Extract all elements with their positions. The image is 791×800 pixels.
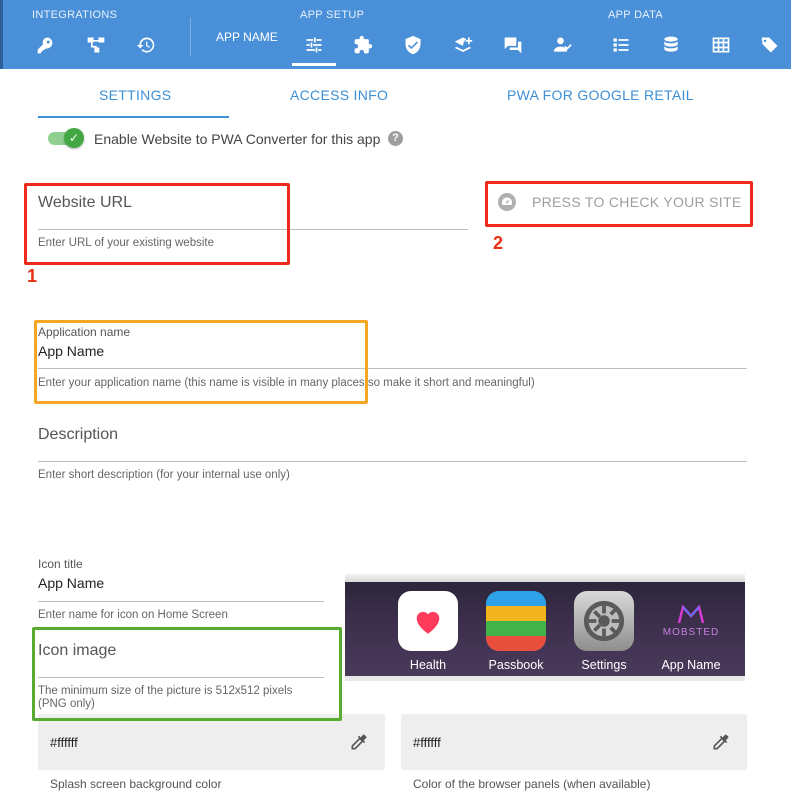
toggle-label: Enable Website to PWA Converter for this…: [94, 131, 381, 147]
splash-color-hint: Splash screen background color: [50, 777, 222, 791]
passbook-icon: [486, 591, 546, 651]
shield-check-icon[interactable]: [401, 33, 425, 57]
eyedropper-icon[interactable]: [349, 732, 369, 752]
browser-color-hint: Color of the browser panels (when availa…: [413, 777, 651, 791]
tab-access-info[interactable]: ACCESS INFO: [290, 87, 388, 103]
group-label-integrations: INTEGRATIONS: [32, 9, 118, 21]
annotation-box-app-name: [34, 320, 368, 404]
annotation-box-website-url: [24, 183, 290, 265]
history-icon[interactable]: [134, 33, 158, 57]
network-icon[interactable]: [84, 33, 108, 57]
tab-pwa-for-google-retail[interactable]: PWA FOR GOOGLE RETAIL: [507, 87, 694, 103]
preview-app-label: Health: [409, 658, 447, 672]
description-input[interactable]: [38, 461, 747, 462]
icon-title-input[interactable]: App Name: [38, 575, 104, 591]
settings-gear-icon: [574, 591, 634, 651]
eyedropper-icon[interactable]: [711, 732, 731, 752]
annotation-box-check-site: [485, 181, 753, 227]
splash-color-value: #ffffff: [50, 735, 78, 750]
tags-icon[interactable]: [758, 33, 782, 57]
preview-app-label: Settings: [581, 658, 627, 672]
group-label-app-setup: APP SETUP: [300, 9, 365, 21]
annotation-box-icon-image: [32, 627, 342, 721]
description-label: Description: [38, 426, 119, 443]
sliders-icon[interactable]: [302, 33, 326, 57]
preview-bottom-edge: [345, 676, 745, 681]
help-icon[interactable]: ?: [388, 131, 403, 146]
annotation-number-1: 1: [27, 266, 38, 286]
group-divider: [190, 18, 191, 56]
sidebar-edge: [0, 0, 3, 69]
database-icon[interactable]: [659, 33, 683, 57]
home-screen-preview: Health Passbook Settings MOBSTED App Nam…: [345, 574, 745, 681]
key-icon[interactable]: [34, 33, 58, 57]
description-hint: Enter short description (for your intern…: [38, 469, 290, 481]
user-check-icon[interactable]: [551, 33, 575, 57]
active-nav-indicator: [292, 63, 336, 66]
check-icon: ✓: [64, 128, 84, 148]
list-icon[interactable]: [609, 33, 633, 57]
preview-app-passbook: Passbook: [486, 591, 546, 672]
active-tab-indicator: [38, 116, 229, 118]
top-navigation-bar: INTEGRATIONS APP SETUP APP DATA APP NAME: [0, 0, 791, 69]
chat-bubbles-icon[interactable]: [501, 33, 525, 57]
layers-add-icon[interactable]: [451, 33, 475, 57]
preview-app-custom: MOBSTED App Name: [661, 591, 721, 672]
splash-color-picker[interactable]: #ffffff: [38, 714, 385, 770]
puzzle-icon[interactable]: [351, 33, 375, 57]
group-label-app-data: APP DATA: [608, 9, 663, 21]
table-icon[interactable]: [709, 33, 733, 57]
logo-text: MOBSTED: [662, 626, 720, 638]
browser-color-picker[interactable]: #ffffff: [401, 714, 747, 770]
preview-app-health: Health: [398, 591, 458, 672]
browser-color-value: #ffffff: [413, 735, 441, 750]
tab-settings[interactable]: SETTINGS: [99, 87, 171, 103]
app-name-nav-label[interactable]: APP NAME: [216, 30, 278, 44]
preview-app-label: Passbook: [488, 658, 544, 672]
icon-title-hint: Enter name for icon on Home Screen: [38, 609, 228, 621]
icon-title-label: Icon title: [38, 557, 83, 571]
preview-app-label: App Name: [661, 658, 721, 672]
annotation-number-2: 2: [493, 233, 504, 253]
preview-app-settings: Settings: [574, 591, 634, 672]
icon-title-underline: [38, 601, 324, 602]
heart-icon: [398, 591, 458, 651]
mobsted-logo: MOBSTED: [661, 591, 721, 651]
pwa-converter-toggle[interactable]: ✓: [48, 128, 86, 148]
preview-top-edge: [345, 574, 745, 582]
